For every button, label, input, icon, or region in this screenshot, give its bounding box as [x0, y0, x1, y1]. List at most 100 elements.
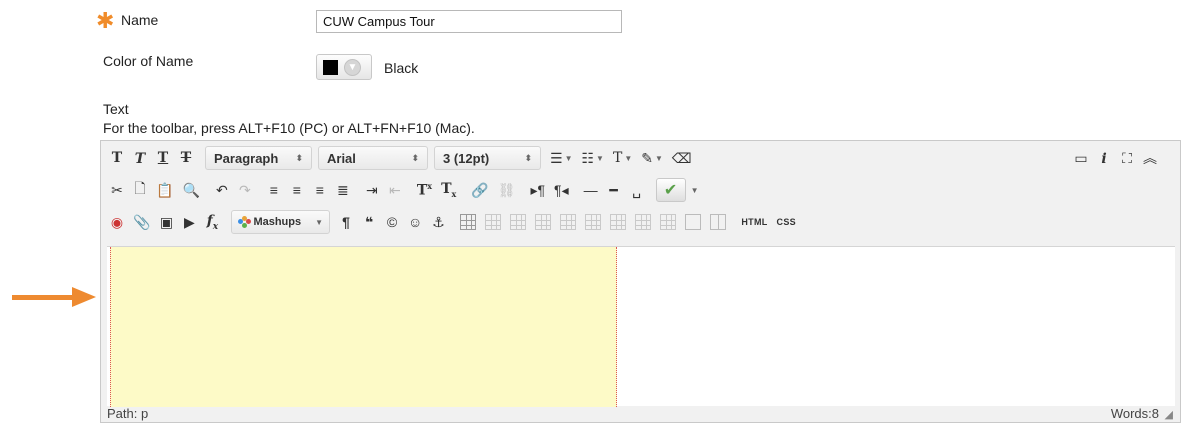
paste-button[interactable]: 📋 [153, 178, 176, 202]
align-center-button[interactable]: ≡ [287, 178, 307, 202]
caret-down-icon: ▼ [315, 217, 324, 227]
font-family-label: Arial [327, 150, 356, 166]
webcam-icon: ◉ [110, 213, 124, 230]
redo-button[interactable]: ↷ [235, 178, 255, 202]
cut-button[interactable]: ✂ [107, 178, 127, 202]
anchor-button[interactable]: ⚓ [428, 210, 448, 234]
undo-icon: ↶ [216, 181, 228, 198]
table-visual-aid-button[interactable] [707, 210, 729, 234]
superscript-button[interactable]: Tx [414, 178, 435, 202]
table-delete-col-button[interactable] [607, 210, 629, 234]
paragraph-mark-button[interactable]: ¶ [336, 210, 356, 234]
bold-button[interactable]: T [107, 146, 127, 170]
table-cell-icon [635, 214, 652, 230]
eraser-icon: ⌫ [671, 149, 692, 166]
table-merge-button[interactable] [657, 210, 679, 234]
monitor-icon: ▭ [1074, 149, 1088, 166]
text-color-button[interactable]: T ▼ [610, 146, 635, 170]
paperclip-icon: 📎 [133, 213, 151, 230]
ltr-direction-button[interactable]: ▸¶ [528, 178, 549, 202]
thick-rule-button[interactable]: ━ [604, 178, 624, 202]
name-label: Name [121, 12, 159, 28]
copy-button[interactable]: 🗋 [130, 178, 150, 202]
find-button[interactable]: 🔍 [179, 178, 202, 202]
align-left-button[interactable]: ≡ [264, 178, 284, 202]
collapse-toolbar-button[interactable]: ︽ [1140, 146, 1160, 170]
caret-down-icon[interactable]: ▼ [691, 186, 699, 195]
insert-link-button[interactable]: 🔗 [468, 178, 491, 202]
preview-button[interactable]: ▭ [1071, 146, 1091, 170]
name-input[interactable] [316, 10, 622, 33]
info-icon: i [1101, 150, 1107, 167]
insert-equation-button[interactable]: fx [202, 210, 222, 234]
color-swatch [323, 60, 338, 75]
mashups-dropdown[interactable]: Mashups ▼ [231, 210, 331, 234]
insert-image-button[interactable]: ▣ [156, 210, 176, 234]
underline-button[interactable]: T [153, 146, 173, 170]
table-row-icon [510, 214, 527, 230]
table-col-before-button[interactable] [557, 210, 579, 234]
thin-line-icon: — [583, 182, 598, 198]
unlink-button[interactable]: ⛓ [495, 178, 519, 202]
italic-button[interactable]: T [130, 146, 150, 170]
horizontal-rule-button[interactable]: — [581, 178, 601, 202]
text-label: Text [103, 101, 129, 117]
attach-file-button[interactable]: 📎 [130, 210, 153, 234]
anchor-icon: ⚓ [432, 213, 445, 230]
blockquote-button[interactable]: ❝ [359, 210, 379, 234]
record-button[interactable]: ◉ [107, 210, 127, 234]
table-cell-props-button[interactable] [632, 210, 654, 234]
toolbar-row-1: T T T T Paragraph ⬍ Arial ⬍ 3 (12pt) ⬍ ☰ ▼ ☷… [107, 146, 698, 170]
numbered-list-icon: ☷ [581, 149, 595, 166]
copy-icon: 🗋 [134, 180, 146, 196]
html-source-button[interactable]: HTML [738, 210, 770, 234]
bullet-list-button[interactable]: ☰ ▼ [547, 146, 575, 170]
highlighted-paragraph[interactable] [110, 247, 617, 407]
fullscreen-button[interactable]: ⛶ [1117, 146, 1137, 170]
table-row-icon [535, 214, 552, 230]
word-count: Words:8 [1110, 406, 1159, 421]
font-size-dropdown[interactable]: 3 (12pt) ⬍ [434, 146, 541, 170]
align-right-button[interactable]: ≡ [310, 178, 330, 202]
table-col-after-button[interactable] [582, 210, 604, 234]
table-split-button[interactable] [682, 210, 704, 234]
color-picker-button[interactable]: ▼ [316, 54, 372, 80]
updown-icon: ⬍ [411, 152, 419, 163]
element-path: Path: p [107, 406, 149, 421]
table-row-before-button[interactable] [482, 210, 504, 234]
font-family-dropdown[interactable]: Arial ⬍ [318, 146, 428, 170]
table-delete-row-button[interactable] [532, 210, 554, 234]
caret-down-icon: ▼ [564, 153, 573, 163]
css-button[interactable]: CSS [774, 210, 799, 234]
clear-formatting-button[interactable]: ⌫ [669, 146, 695, 170]
toolbar-right: ▭ i ⛶ ︽ [1071, 146, 1163, 170]
rtl-direction-button[interactable]: ¶◂ [551, 178, 572, 202]
copyright-icon: © [386, 214, 398, 230]
special-character-button[interactable]: © [382, 210, 402, 234]
mashups-label: Mashups [253, 216, 302, 228]
table-column-icon [585, 214, 602, 230]
spellcheck-button[interactable]: ✔ [655, 178, 686, 202]
undo-button[interactable]: ↶ [212, 178, 232, 202]
strikethrough-button[interactable]: T [176, 146, 196, 170]
align-justify-button[interactable]: ≣ [333, 178, 353, 202]
indent-icon: ⇥ [366, 181, 378, 198]
split-cell-icon [710, 214, 727, 230]
paragraph-format-dropdown[interactable]: Paragraph ⬍ [205, 146, 312, 170]
insert-table-button[interactable] [457, 210, 479, 234]
updown-icon: ⬍ [524, 152, 532, 163]
highlight-color-button[interactable]: ✎ ▼ [638, 146, 666, 170]
table-row-after-button[interactable] [507, 210, 529, 234]
quote-icon: ❝ [364, 213, 374, 230]
subscript-button[interactable]: Tx [438, 178, 459, 202]
outdent-button[interactable]: ⇤ [385, 178, 405, 202]
resize-handle-icon[interactable]: ◢ [1165, 408, 1173, 421]
editor-content-area[interactable] [107, 246, 1175, 407]
numbered-list-button[interactable]: ☷ ▼ [578, 146, 606, 170]
bullet-list-icon: ☰ [550, 149, 563, 166]
info-button[interactable]: i [1094, 146, 1114, 170]
insert-media-button[interactable]: ▶ [179, 210, 199, 234]
indent-button[interactable]: ⇥ [362, 178, 382, 202]
emoticon-button[interactable]: ☺ [405, 210, 425, 234]
nonbreaking-space-button[interactable]: ␣ [627, 178, 647, 202]
